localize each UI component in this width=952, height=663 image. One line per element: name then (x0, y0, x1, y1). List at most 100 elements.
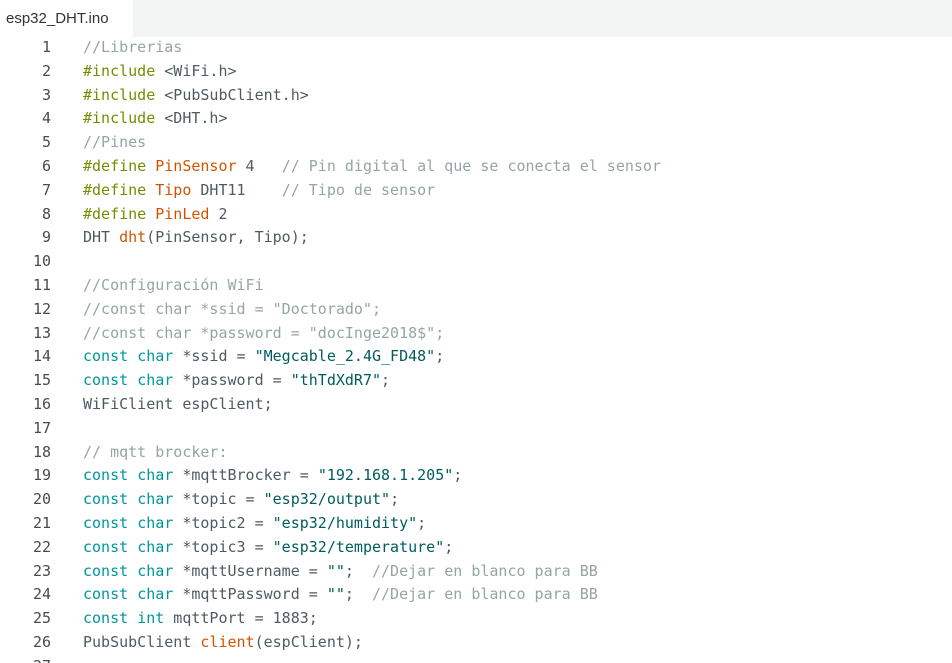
code-token: WiFiClient espClient; (83, 394, 273, 413)
code-line[interactable]: 20 const char *topic = "esp32/output"; (0, 488, 952, 512)
line-number: 20 (32, 490, 51, 509)
code-token: (PinSensor, Tipo); (146, 228, 309, 247)
code-line[interactable]: 14 const char *ssid = "Megcable_2.4G_FD48… (0, 345, 952, 369)
code-token: #include (83, 109, 156, 128)
code-token: //Librerias (83, 38, 183, 56)
code-line[interactable]: 11 //Configuración WiFi (0, 274, 952, 298)
code-line[interactable]: 27 (0, 655, 952, 663)
line-number: 7 (41, 180, 51, 199)
line-code: //Pines (83, 131, 146, 155)
code-token: ; (453, 466, 463, 485)
code-line[interactable]: 21 const char *topic2 = "esp32/humidity"; (0, 512, 952, 536)
line-code: #include <DHT.h> (83, 107, 228, 131)
code-token: const (83, 490, 129, 509)
line-code: #include <WiFi.h> (83, 60, 237, 84)
tab-bar: esp32_DHT.ino (0, 0, 952, 37)
code-token: //Dejar en blanco para BB (372, 585, 598, 604)
code-editor: esp32_DHT.ino 1 //Librerias 2 #include <WiF… (0, 0, 952, 663)
code-token: // mqtt brocker: (83, 442, 228, 461)
code-token: char (137, 537, 174, 556)
line-code: //const char *ssid = "Doctorado"; (83, 298, 381, 322)
code-line[interactable]: 18 // mqtt brocker: (0, 441, 952, 465)
line-number: 2 (41, 61, 51, 80)
code-line[interactable]: 4 #include <DHT.h> (0, 107, 952, 131)
code-token: "thTdXdR7" (290, 371, 382, 390)
code-token: client (200, 632, 255, 651)
code-token: const (83, 513, 129, 532)
code-token: PinLed (155, 204, 210, 223)
line-code: const char *mqttBrocker = "192.168.1.205… (83, 464, 462, 488)
code-token: "Megcable_2.4G_FD48" (254, 347, 436, 366)
code-token: const (83, 561, 129, 580)
code-line[interactable]: 16 WiFiClient espClient; (0, 393, 952, 417)
code-line[interactable]: 19 const char *mqttBrocker = "192.168.1.2… (0, 464, 952, 488)
line-number: 25 (32, 609, 51, 628)
tab-esp32-dht-ino[interactable]: esp32_DHT.ino (0, 0, 133, 37)
code-token: <DHT.h> (155, 109, 228, 128)
line-number: 24 (32, 585, 51, 604)
code-token: //Pines (83, 133, 147, 152)
line-code: //Configuración WiFi (83, 274, 264, 298)
line-number: 26 (32, 632, 51, 651)
code-line[interactable]: 1 //Librerias (0, 36, 952, 60)
code-token: //Configuración WiFi (83, 275, 264, 294)
code-token: "esp32/temperature" (272, 537, 445, 556)
code-token: "esp32/humidity" (272, 513, 418, 532)
line-code: //Librerias (83, 36, 182, 60)
line-code: const char *mqttUsername = ""; //Dejar e… (83, 560, 598, 584)
code-line[interactable]: 3 #include <PubSubClient.h> (0, 84, 952, 108)
line-number: 23 (32, 561, 51, 580)
code-token: char (137, 513, 174, 532)
code-token: *topic3 = (173, 537, 273, 556)
code-line[interactable]: 9 DHT dht(PinSensor, Tipo); (0, 226, 952, 250)
code-line[interactable]: 5 //Pines (0, 131, 952, 155)
code-token: const (83, 609, 129, 628)
line-code: WiFiClient espClient; (83, 393, 273, 417)
code-token: const (83, 371, 129, 390)
code-line[interactable]: 23 const char *mqttUsername = ""; //Dejar… (0, 560, 952, 584)
code-token: "" (326, 585, 345, 604)
code-token: //Dejar en blanco para BB (372, 561, 598, 580)
code-token: #include (83, 85, 156, 104)
code-line[interactable]: 6 #define PinSensor 4 // Pin digital al q… (0, 155, 952, 179)
line-code: #define PinLed 2 (83, 203, 228, 227)
code-token: *mqttPassword = (173, 585, 327, 604)
code-token: "" (326, 561, 345, 580)
line-number: 27 (0, 655, 51, 663)
code-line[interactable]: 13 //const char *password = "docInge2018$… (0, 322, 952, 346)
code-token: ; (381, 371, 391, 390)
code-line[interactable]: 8 #define PinLed 2 (0, 203, 952, 227)
code-token: *mqttUsername = (173, 561, 327, 580)
code-line[interactable]: 2 #include <WiFi.h> (0, 60, 952, 84)
line-code: const char *topic2 = "esp32/humidity"; (83, 512, 426, 536)
code-token: dht (119, 228, 147, 247)
code-token: DHT11 (191, 180, 282, 199)
code-area[interactable]: 1 //Librerias 2 #include <WiFi.h> 3 #include … (0, 36, 952, 663)
code-line[interactable]: 7 #define Tipo DHT11 // Tipo de sensor (0, 179, 952, 203)
code-line[interactable]: 22 const char *topic3 = "esp32/temperatur… (0, 536, 952, 560)
code-token: // Pin digital al que se conecta el sens… (281, 156, 661, 175)
code-token: *mqttBrocker = (173, 466, 318, 485)
code-line[interactable]: 24 const char *mqttPassword = ""; //Dejar… (0, 583, 952, 607)
code-line[interactable]: 25 const int mqttPort = 1883; (0, 607, 952, 631)
code-token: //const char *ssid = "Doctorado"; (83, 299, 382, 318)
code-token: Tipo (155, 180, 192, 199)
code-token: //const char *password = "docInge2018$"; (83, 323, 445, 342)
line-number: 14 (32, 347, 51, 366)
code-line[interactable]: 15 const char *password = "thTdXdR7"; (0, 369, 952, 393)
line-code: #define Tipo DHT11 // Tipo de sensor (83, 179, 435, 203)
code-token: PubSubClient (83, 632, 201, 651)
code-token: char (137, 561, 174, 580)
line-number: 15 (32, 371, 51, 390)
code-line[interactable]: 26 PubSubClient client(espClient); (0, 631, 952, 655)
code-line[interactable]: 12 //const char *ssid = "Doctorado"; (0, 298, 952, 322)
line-code: #define PinSensor 4 // Pin digital al qu… (83, 155, 661, 179)
code-line[interactable]: 17 (0, 417, 952, 441)
code-line[interactable]: 10 (0, 250, 952, 274)
